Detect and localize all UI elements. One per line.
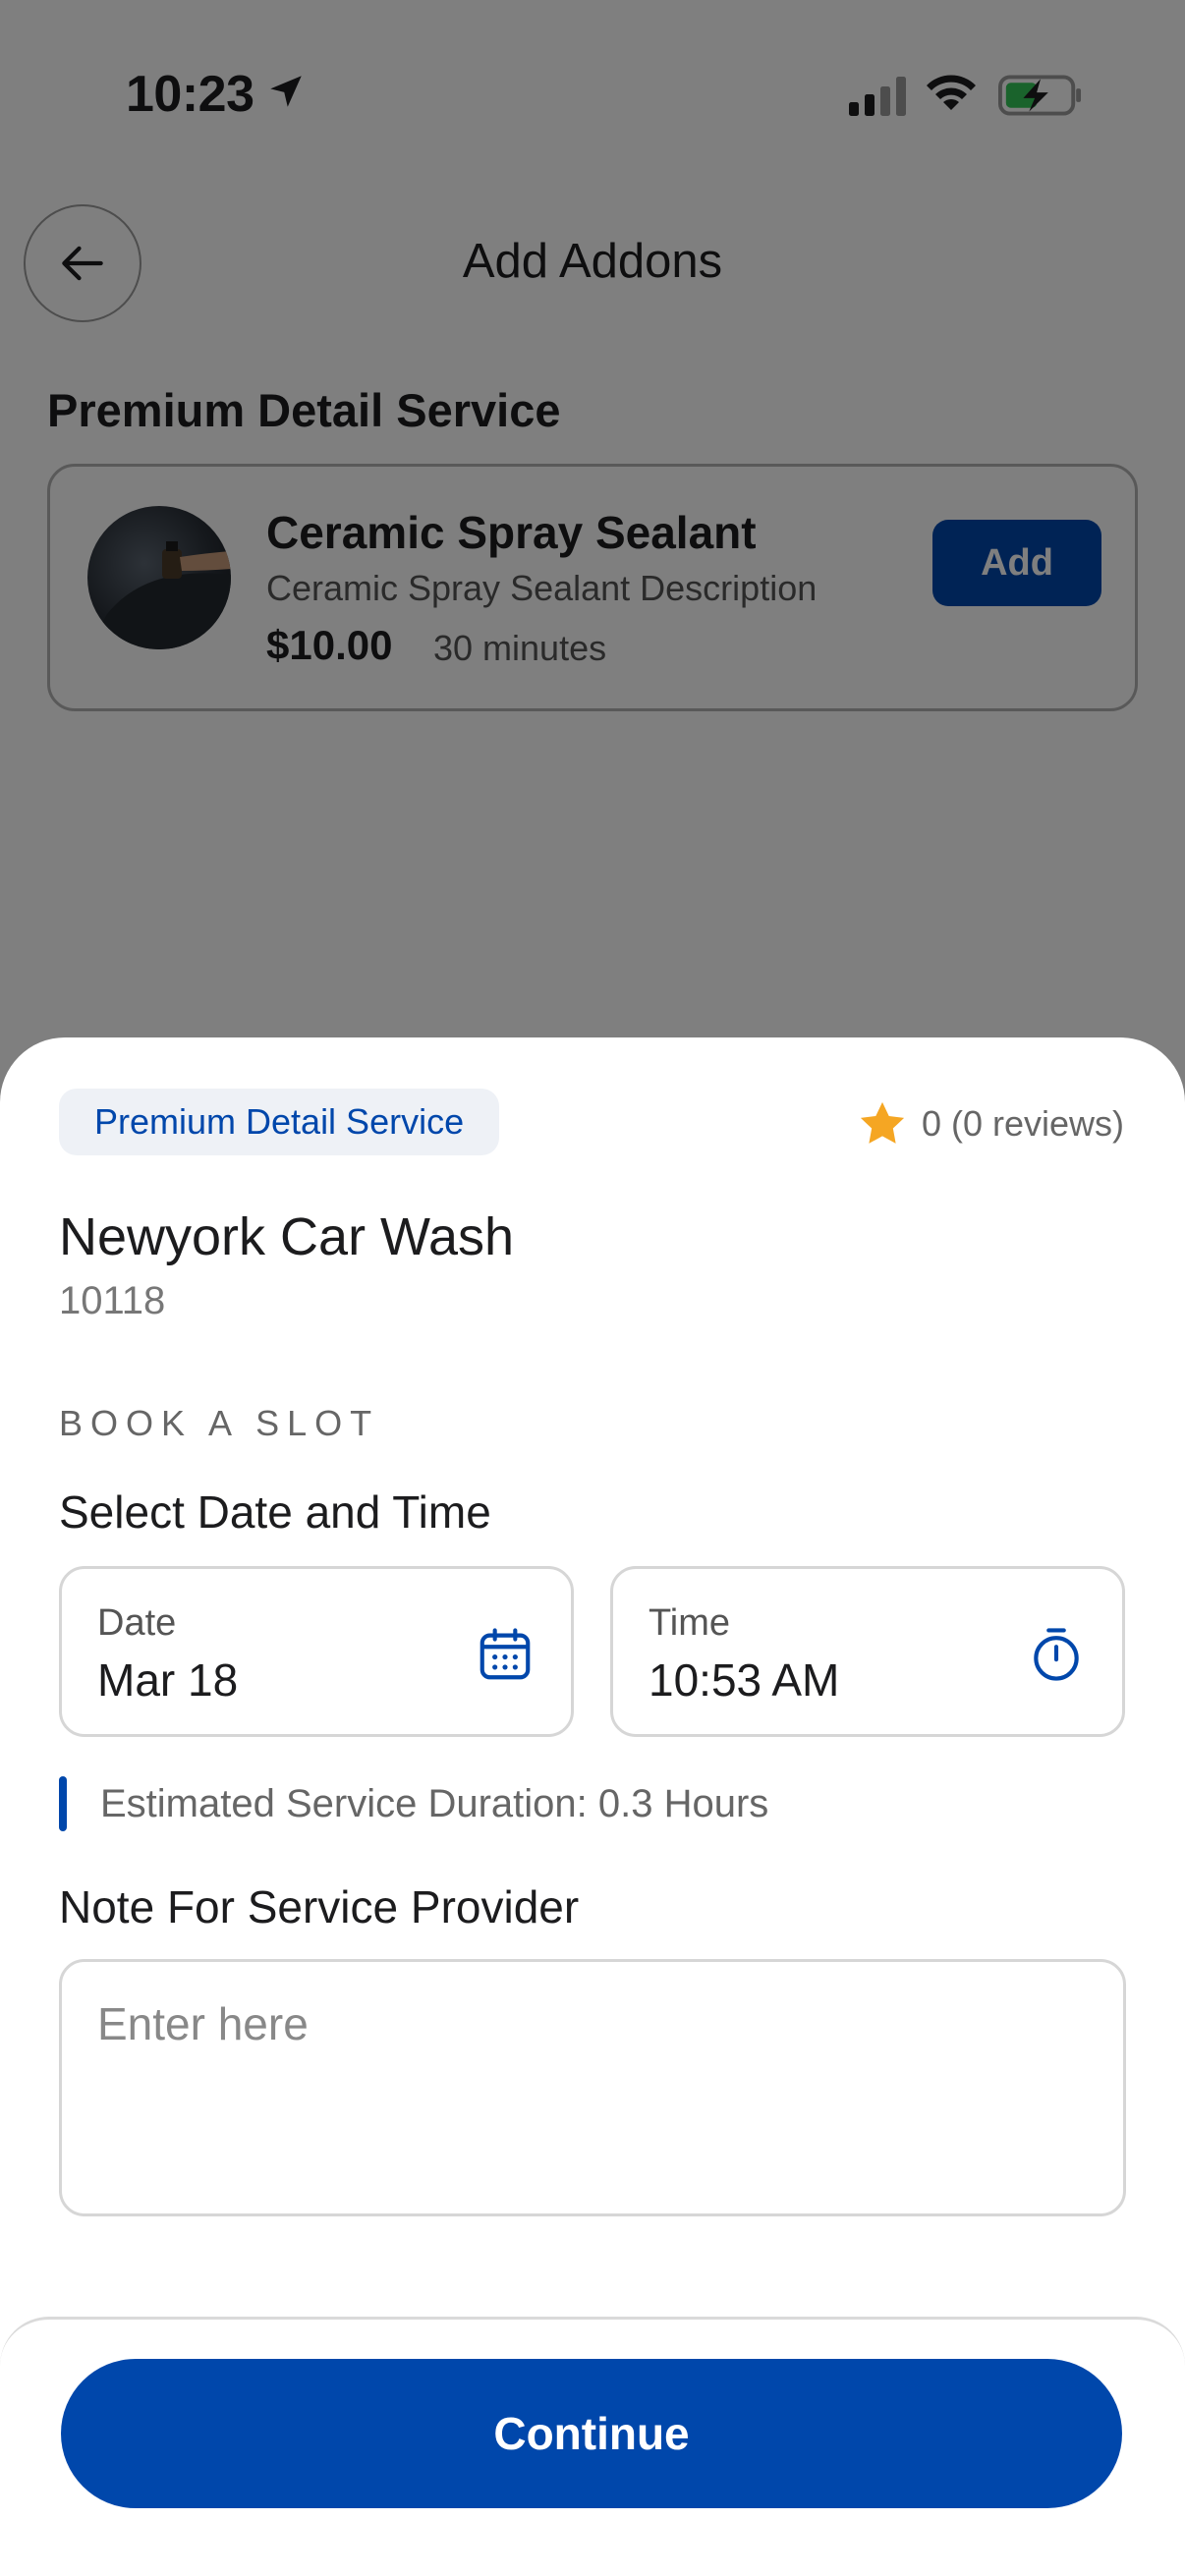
- duration-accent-bar: [59, 1776, 67, 1831]
- business-zip: 10118: [59, 1279, 166, 1322]
- time-picker[interactable]: Time 10:53 AM: [610, 1566, 1125, 1737]
- date-picker[interactable]: Date Mar 18: [59, 1566, 574, 1737]
- estimated-duration: Estimated Service Duration: 0.3 Hours: [59, 1776, 768, 1831]
- select-date-time-label: Select Date and Time: [59, 1486, 491, 1538]
- service-tag: Premium Detail Service: [59, 1089, 500, 1155]
- note-label: Note For Service Provider: [59, 1881, 580, 1932]
- footer: Continue: [0, 2317, 1185, 2576]
- business-name: Newyork Car Wash: [59, 1207, 515, 1266]
- continue-button[interactable]: Continue: [61, 2359, 1122, 2508]
- date-label: Date: [97, 1602, 177, 1644]
- time-value: 10:53 AM: [649, 1654, 840, 1706]
- book-slot-label: BOOK A SLOT: [59, 1403, 380, 1443]
- date-value: Mar 18: [97, 1654, 239, 1706]
- stopwatch-icon: [1034, 1628, 1079, 1681]
- note-input[interactable]: [59, 1959, 1126, 2216]
- time-label: Time: [649, 1602, 731, 1644]
- rating-text: 0 (0 reviews): [921, 1103, 1124, 1144]
- duration-text: Estimated Service Duration: 0.3 Hours: [100, 1781, 769, 1825]
- rating: 0 (0 reviews): [857, 1098, 1124, 1149]
- calendar-icon: [480, 1628, 531, 1680]
- star-icon: [860, 1101, 905, 1144]
